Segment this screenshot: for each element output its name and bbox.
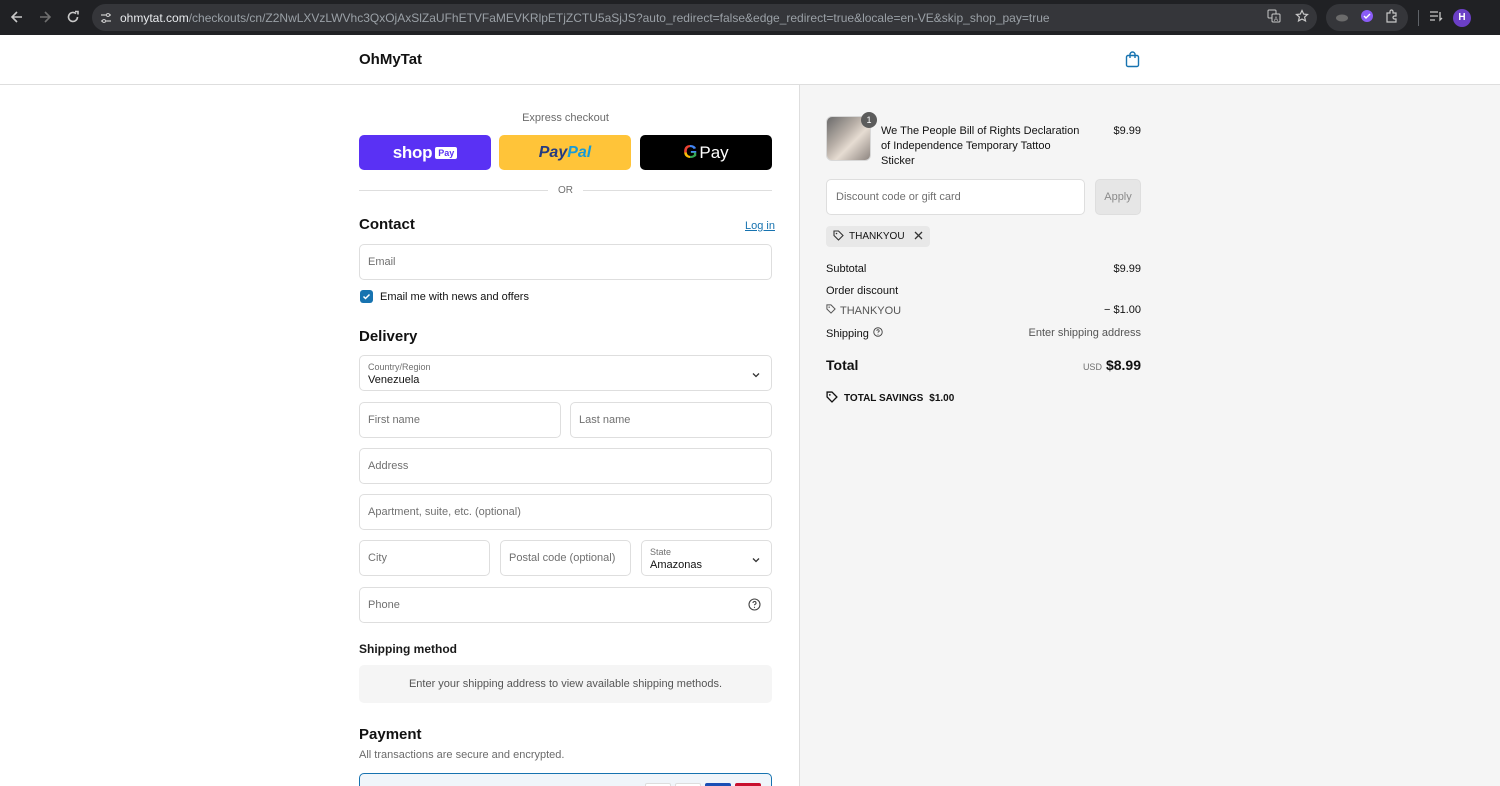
tag-icon <box>826 304 836 317</box>
toolbar-divider <box>1418 9 1419 26</box>
shop-pay-badge: Pay <box>435 146 458 159</box>
state-select[interactable]: State Amazonas <box>641 540 772 576</box>
address-field[interactable]: Address <box>359 448 772 484</box>
applied-discount-code: THANKYOU <box>849 231 905 242</box>
remove-discount-close-icon[interactable] <box>914 231 923 243</box>
credit-card-option[interactable] <box>359 773 772 786</box>
quantity-badge: 1 <box>861 112 877 128</box>
extension-purple-icon[interactable] <box>1360 9 1374 26</box>
reload-icon[interactable] <box>61 5 85 29</box>
profile-avatar[interactable]: H <box>1453 8 1471 27</box>
postal-code-field[interactable]: Postal code (optional) <box>500 540 631 576</box>
bookmark-star-icon[interactable] <box>1295 9 1309 26</box>
newsletter-option[interactable]: Email me with news and offers <box>360 290 529 303</box>
google-pay-wordmark: G Pay <box>683 142 729 162</box>
url-text: ohmytat.com/checkouts/cn/Z2NwLXVzLWVhc3Q… <box>120 10 1050 25</box>
browser-toolbar: ohmytat.com/checkouts/cn/Z2NwLXVzLWVhc3Q… <box>0 0 1500 35</box>
back-icon[interactable] <box>5 5 29 29</box>
address-bar[interactable]: ohmytat.com/checkouts/cn/Z2NwLXVzLWVhc3Q… <box>92 4 1317 31</box>
delivery-heading: Delivery <box>359 328 418 345</box>
google-pay-button[interactable]: G Pay <box>640 135 772 170</box>
translate-icon[interactable]: A <box>1267 9 1281 26</box>
store-logo[interactable]: OhMyTat <box>359 51 422 68</box>
paypal-button[interactable]: PayPal <box>499 135 631 170</box>
or-divider: OR <box>359 184 772 196</box>
site-info-icon[interactable] <box>92 12 120 24</box>
shop-pay-button[interactable]: shop Pay <box>359 135 491 170</box>
email-field[interactable]: Email <box>359 244 772 280</box>
country-select[interactable]: Country/Region Venezuela <box>359 355 772 391</box>
total-row: Total USD $8.99 <box>826 357 1141 373</box>
forward-icon[interactable] <box>33 5 57 29</box>
tag-icon <box>833 229 844 244</box>
product-name: We The People Bill of Rights Declaration… <box>881 125 1080 167</box>
chevron-down-icon <box>751 368 761 383</box>
applied-discount-tag: THANKYOU <box>826 226 930 247</box>
discount-code-field[interactable]: Discount code or gift card <box>826 179 1085 215</box>
order-discount-row: Order discount <box>826 285 899 297</box>
extensions-group <box>1326 4 1408 31</box>
shipping-method-notice: Enter your shipping address to view avai… <box>359 665 772 703</box>
phone-field[interactable]: Phone <box>359 587 772 623</box>
help-circle-icon[interactable] <box>873 327 883 340</box>
apartment-field[interactable]: Apartment, suite, etc. (optional) <box>359 494 772 530</box>
first-name-field[interactable]: First name <box>359 402 561 438</box>
log-in-link[interactable]: Log in <box>745 220 775 232</box>
reading-list-icon[interactable] <box>1429 10 1443 25</box>
newsletter-checkbox[interactable] <box>360 290 373 303</box>
product-price: $9.99 <box>1113 125 1141 137</box>
payment-heading: Payment <box>359 726 422 743</box>
chevron-down-icon <box>751 553 761 568</box>
extensions-puzzle-icon[interactable] <box>1385 9 1399 26</box>
express-checkout-label: Express checkout <box>522 112 609 124</box>
total-savings: TOTAL SAVINGS $1.00 <box>826 391 954 406</box>
city-field[interactable]: City <box>359 540 490 576</box>
last-name-field[interactable]: Last name <box>570 402 772 438</box>
svg-text:A: A <box>1274 17 1278 23</box>
shop-header: OhMyTat <box>0 35 1500 85</box>
apply-discount-button[interactable]: Apply <box>1095 179 1141 215</box>
discount-code-row: THANKYOU − $1.00 <box>826 304 1141 317</box>
subtotal-row: Subtotal $9.99 <box>826 263 1141 275</box>
shipping-row: Shipping Enter shipping address <box>826 327 1141 340</box>
newsletter-label: Email me with news and offers <box>380 290 529 303</box>
shopping-bag-icon[interactable] <box>1125 51 1140 71</box>
payment-subtitle: All transactions are secure and encrypte… <box>359 749 565 761</box>
google-g-icon: G <box>683 142 698 162</box>
help-circle-icon[interactable] <box>748 598 761 614</box>
shipping-method-heading: Shipping method <box>359 642 457 656</box>
paypal-wordmark: PayPal <box>538 143 592 161</box>
extension-cloud-icon[interactable] <box>1335 10 1349 25</box>
tag-icon <box>826 391 838 406</box>
contact-heading: Contact <box>359 216 415 233</box>
shop-pay-wordmark: shop <box>392 142 433 162</box>
